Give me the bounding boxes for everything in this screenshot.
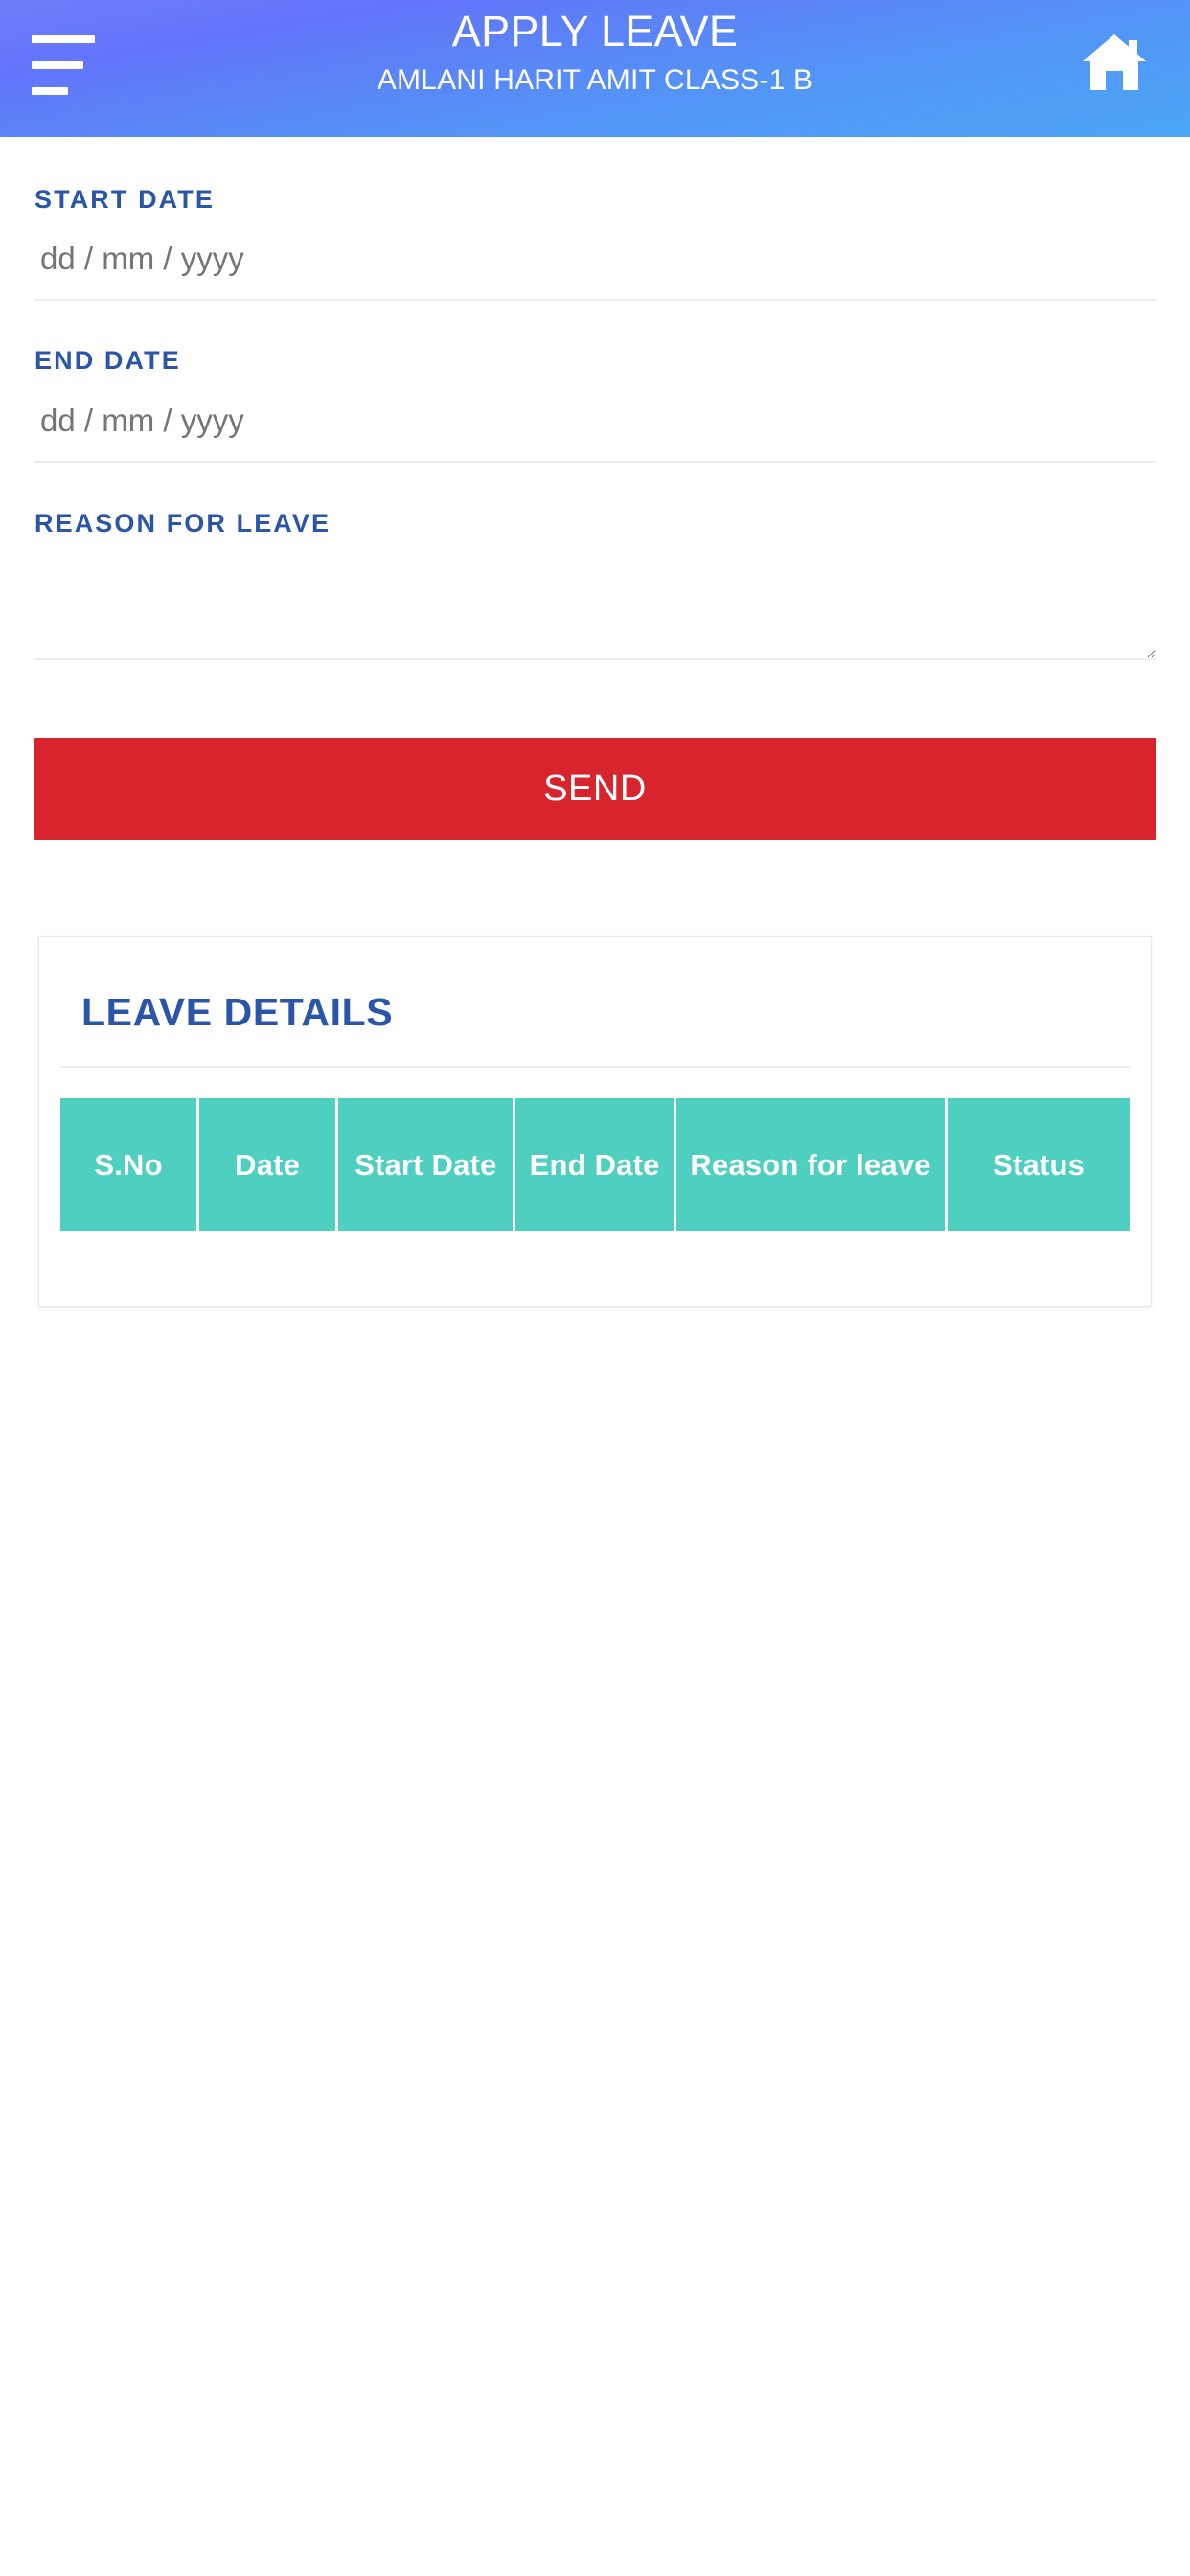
start-date-input[interactable]	[34, 215, 1156, 301]
end-date-label: END DATE	[34, 346, 181, 375]
leave-details-card: LEAVE DETAILS S.No Date Start Date End D…	[38, 936, 1152, 1307]
card-divider	[60, 1066, 1130, 1068]
leave-form: START DATE END DATE REASON FOR LEAVE	[0, 137, 1190, 660]
table-header-row: S.No Date Start Date End Date Reason for…	[60, 1098, 1130, 1231]
column-header-reason: Reason for leave	[675, 1098, 949, 1231]
end-date-input[interactable]	[34, 376, 1156, 463]
app-header: APPLY LEAVE AMLANI HARIT AMIT CLASS-1 B	[0, 0, 1190, 137]
end-date-field: END DATE	[34, 301, 1156, 463]
hamburger-bar-3	[32, 87, 68, 95]
leave-details-table: S.No Date Start Date End Date Reason for…	[60, 1098, 1130, 1231]
table-empty-area	[60, 1231, 1130, 1272]
hamburger-bar-1	[32, 35, 95, 43]
reason-textarea[interactable]	[34, 574, 1156, 660]
column-header-end-date: End Date	[515, 1098, 676, 1231]
column-header-status: Status	[948, 1098, 1130, 1231]
student-subtitle: AMLANI HARIT AMIT CLASS-1 B	[377, 64, 813, 96]
header-titles: APPLY LEAVE AMLANI HARIT AMIT CLASS-1 B	[250, 0, 940, 100]
column-header-sno: S.No	[60, 1098, 200, 1231]
leave-details-section: LEAVE DETAILS S.No Date Start Date End D…	[0, 840, 1190, 1307]
leave-details-title: LEAVE DETAILS	[81, 990, 394, 1034]
reason-field: REASON FOR LEAVE	[34, 463, 1156, 660]
submit-row: SEND	[0, 660, 1190, 840]
hamburger-bar-2	[32, 61, 83, 69]
column-header-date: Date	[199, 1098, 339, 1231]
send-button[interactable]: SEND	[34, 738, 1156, 840]
column-header-start-date: Start Date	[338, 1098, 516, 1231]
app-screen: APPLY LEAVE AMLANI HARIT AMIT CLASS-1 B …	[0, 0, 1190, 2576]
page-title: APPLY LEAVE	[451, 7, 739, 56]
home-icon[interactable]	[1079, 29, 1150, 96]
table-header: S.No Date Start Date End Date Reason for…	[60, 1098, 1130, 1231]
start-date-label: START DATE	[34, 185, 215, 214]
reason-label: REASON FOR LEAVE	[34, 509, 332, 538]
hamburger-menu-icon[interactable]	[32, 35, 101, 95]
start-date-field: START DATE	[34, 137, 1156, 301]
